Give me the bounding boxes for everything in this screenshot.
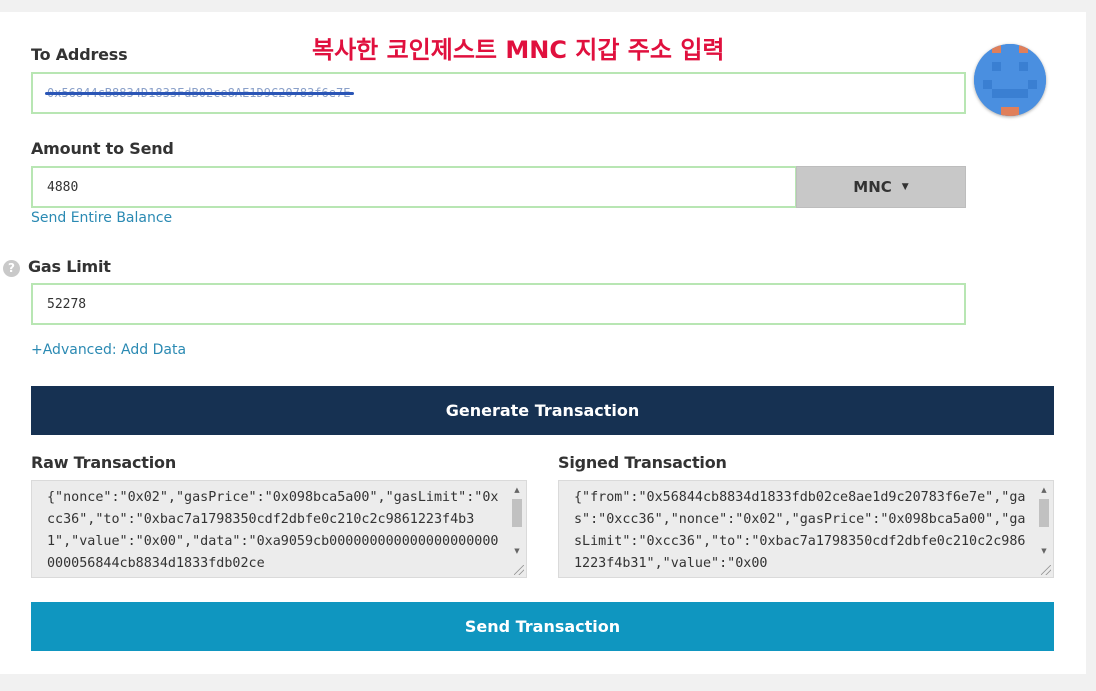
send-entire-balance-link[interactable]: Send Entire Balance bbox=[31, 210, 172, 226]
advanced-add-data-link[interactable]: +Advanced: Add Data bbox=[31, 342, 186, 358]
resize-grip-icon[interactable] bbox=[1041, 565, 1051, 575]
gas-limit-input[interactable]: 52278 bbox=[31, 283, 966, 325]
amount-value: 4880 bbox=[47, 179, 79, 195]
caret-down-icon: ▼ bbox=[901, 182, 909, 192]
gas-limit-label: Gas Limit bbox=[28, 257, 111, 276]
raw-transaction-text: {"nonce":"0x02","gasPrice":"0x098bca5a00… bbox=[47, 490, 499, 571]
signed-transaction-textarea[interactable]: {"from":"0x56844cb8834d1833fdb02ce8ae1d9… bbox=[558, 480, 1054, 578]
scroll-thumb[interactable] bbox=[512, 499, 522, 527]
identicon-avatar bbox=[974, 44, 1046, 116]
to-address-label: To Address bbox=[31, 45, 128, 64]
currency-label: MNC bbox=[853, 178, 892, 196]
scroll-down-arrow-icon[interactable]: ▼ bbox=[1037, 546, 1051, 556]
signed-transaction-label: Signed Transaction bbox=[558, 453, 727, 472]
raw-scrollbar[interactable]: ▲ ▼ bbox=[510, 483, 524, 561]
generate-transaction-button[interactable]: Generate Transaction bbox=[31, 386, 1054, 435]
signed-transaction-text: {"from":"0x56844cb8834d1833fdb02ce8ae1d9… bbox=[574, 490, 1026, 571]
redaction-strike bbox=[45, 92, 355, 95]
to-address-input[interactable]: 0x56844cB8834D1833FdB02ce8AE1D9C20783f6e… bbox=[31, 72, 966, 114]
currency-dropdown[interactable]: MNC ▼ bbox=[796, 166, 966, 208]
raw-transaction-label: Raw Transaction bbox=[31, 453, 177, 472]
korean-annotation: 복사한 코인제스트 MNC 지갑 주소 입력 bbox=[312, 36, 725, 64]
scroll-down-arrow-icon[interactable]: ▼ bbox=[510, 546, 524, 556]
scroll-up-arrow-icon[interactable]: ▲ bbox=[1037, 485, 1051, 495]
resize-grip-icon[interactable] bbox=[514, 565, 524, 575]
help-icon[interactable]: ? bbox=[3, 260, 20, 277]
gas-limit-value: 52278 bbox=[47, 296, 87, 312]
signed-scrollbar[interactable]: ▲ ▼ bbox=[1037, 483, 1051, 561]
raw-transaction-textarea[interactable]: {"nonce":"0x02","gasPrice":"0x098bca5a00… bbox=[31, 480, 527, 578]
scroll-up-arrow-icon[interactable]: ▲ bbox=[510, 485, 524, 495]
scroll-thumb[interactable] bbox=[1039, 499, 1049, 527]
amount-input[interactable]: 4880 bbox=[31, 166, 797, 208]
send-transaction-button[interactable]: Send Transaction bbox=[31, 602, 1054, 651]
to-address-value: 0x56844cB8834D1833FdB02ce8AE1D9C20783f6e… bbox=[45, 86, 355, 100]
amount-label: Amount to Send bbox=[31, 139, 174, 158]
